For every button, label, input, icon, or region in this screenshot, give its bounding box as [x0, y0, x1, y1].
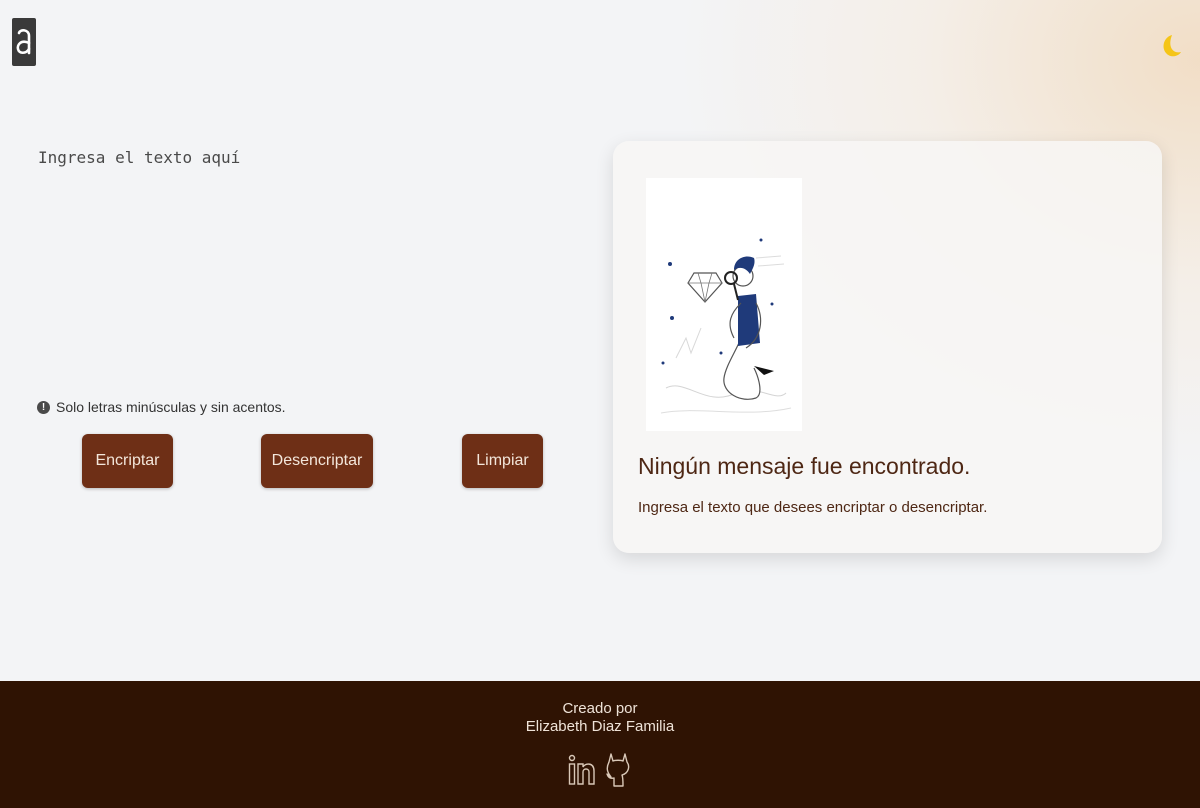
empty-state-subtitle: Ingresa el texto que desees encriptar o … [638, 499, 988, 516]
logo-glyph [16, 29, 31, 55]
info-icon: ! [37, 400, 50, 414]
logo-a-icon[interactable] [12, 18, 36, 66]
clear-button[interactable]: Limpiar [462, 434, 543, 488]
footer-author: Elizabeth Diaz Familia [525, 718, 675, 735]
github-icon[interactable] [605, 750, 631, 790]
footer-created-by: Creado por [562, 700, 638, 717]
moon-icon[interactable] [1158, 33, 1182, 59]
hint-text: Solo letras minúsculas y sin acentos. [56, 399, 286, 415]
footer: Creado por Elizabeth Diaz Familia [0, 681, 1200, 808]
result-card: Ningún mensaje fue encontrado. Ingresa e… [613, 141, 1162, 553]
linkedin-icon[interactable] [567, 750, 597, 790]
person-magnifying-glass-illustration [646, 178, 802, 431]
empty-state-title: Ningún mensaje fue encontrado. [638, 453, 971, 479]
hint-message: ! Solo letras minúsculas y sin acentos. [37, 397, 286, 417]
encrypt-button[interactable]: Encriptar [82, 434, 173, 488]
text-input[interactable] [38, 144, 578, 374]
decrypt-button[interactable]: Desencriptar [261, 434, 373, 488]
